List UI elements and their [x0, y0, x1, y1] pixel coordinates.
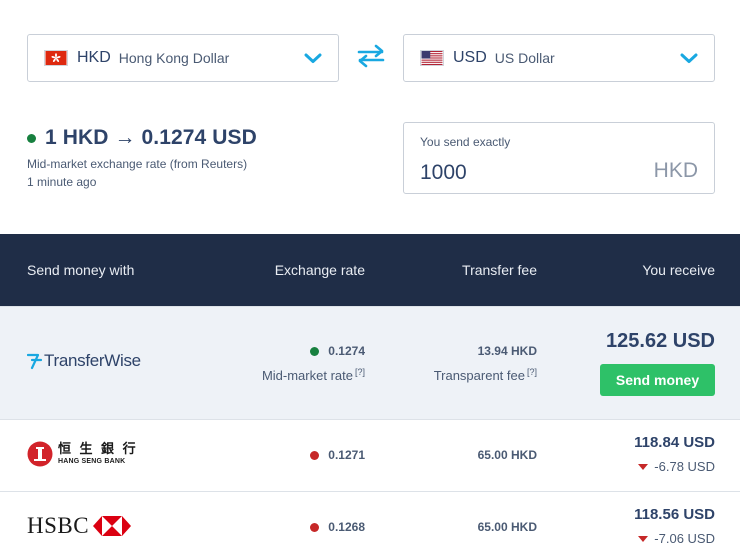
hang-seng-bank-logo: 恒 生 銀 行 HANG SENG BANK	[27, 441, 138, 467]
exchange-rate-source: Mid-market exchange rate (from Reuters)	[27, 157, 248, 171]
chevron-down-icon	[680, 53, 698, 63]
send-amount-label: You send exactly	[420, 135, 511, 149]
exchange-rate-summary: 1 HKD → 0.1274 USD	[27, 126, 257, 150]
to-currency-select[interactable]: USD US Dollar	[403, 34, 715, 82]
table-row: 恒 生 銀 行 HANG SENG BANK 0.1271 65.00 HKD …	[0, 420, 740, 492]
mid-market-rate-note[interactable]: Mid-market rate [?]	[262, 367, 365, 383]
rate-note-text: Mid-market rate	[261, 368, 353, 383]
header-send-money-with: Send money with	[27, 262, 135, 278]
comparison-table-header: Send money with Exchange rate Transfer f…	[0, 234, 740, 306]
receive-difference: -6.78 USD	[638, 459, 715, 474]
send-amount-box[interactable]: You send exactly HKD	[403, 122, 715, 194]
receive-difference: -7.06 USD	[638, 531, 715, 546]
provider-name: TransferWise	[44, 351, 141, 370]
help-marker[interactable]: [?]	[355, 367, 365, 377]
hang-seng-emblem-icon	[27, 441, 53, 467]
exchange-rate-number: 0.1271	[328, 448, 365, 462]
swap-currencies-icon[interactable]	[355, 44, 387, 68]
exchange-rate-number: 0.1268	[328, 520, 365, 534]
transferwise-logo: TransferWise	[27, 351, 141, 371]
transfer-fee-value: 65.00 HKD	[477, 448, 537, 462]
exchange-rate-value: 0.1268	[310, 520, 365, 534]
header-exchange-rate: Exchange rate	[274, 262, 365, 278]
from-currency-select[interactable]: HKD Hong Kong Dollar	[27, 34, 339, 82]
transparent-fee-note[interactable]: Transparent fee [?]	[434, 367, 537, 383]
to-currency-name: US Dollar	[494, 50, 555, 66]
send-amount-input[interactable]	[420, 159, 620, 187]
difference-value: -6.78 USD	[654, 459, 715, 474]
help-marker[interactable]: [?]	[527, 367, 537, 377]
down-triangle-icon	[638, 463, 649, 470]
difference-value: -7.06 USD	[654, 531, 715, 546]
exchange-rate-updated: 1 minute ago	[27, 175, 97, 189]
table-row: TransferWise 0.1274 Mid-market rate [?] 1…	[0, 306, 740, 420]
hsbc-logo: HSBC	[27, 513, 132, 539]
exchange-rate-headline: 1 HKD → 0.1274 USD	[45, 126, 257, 149]
provider-name: HANG SENG BANK	[58, 458, 126, 465]
hang-seng-chinese-name: 恒 生 銀 行	[58, 442, 138, 457]
to-currency-code: USD	[453, 49, 487, 66]
rate-status-dot	[310, 450, 320, 460]
rate-status-dot	[27, 133, 36, 143]
us-flag-icon	[420, 50, 444, 66]
send-money-button[interactable]: Send money	[600, 364, 715, 396]
header-transfer-fee: Transfer fee	[462, 262, 537, 278]
transferwise-flag-icon	[27, 353, 43, 370]
hk-flag-icon	[44, 50, 68, 66]
hsbc-hexagon-icon	[93, 516, 132, 536]
transfer-fee-value: 13.94 HKD	[477, 344, 537, 358]
receive-amount: 118.84 USD	[634, 434, 715, 451]
rate-status-dot	[310, 346, 320, 356]
exchange-rate-value: 0.1274	[310, 344, 365, 358]
down-triangle-icon	[638, 535, 649, 542]
from-currency-code: HKD	[77, 49, 111, 66]
exchange-rate-value: 0.1271	[310, 448, 365, 462]
exchange-rate-number: 0.1274	[328, 344, 365, 358]
send-amount-currency: HKD	[653, 159, 698, 182]
receive-amount: 125.62 USD	[606, 330, 715, 352]
table-row: HSBC 0.1268 65.00 HKD 118.56 USD -7.06 U…	[0, 492, 740, 557]
provider-name: HSBC	[27, 513, 90, 538]
receive-amount: 118.56 USD	[634, 506, 715, 523]
rate-status-dot	[310, 522, 320, 532]
fee-note-text: Transparent fee	[433, 368, 525, 383]
header-you-receive: You receive	[642, 262, 715, 278]
from-currency-name: Hong Kong Dollar	[118, 50, 230, 66]
chevron-down-icon	[304, 53, 322, 63]
transfer-fee-value: 65.00 HKD	[477, 520, 537, 534]
